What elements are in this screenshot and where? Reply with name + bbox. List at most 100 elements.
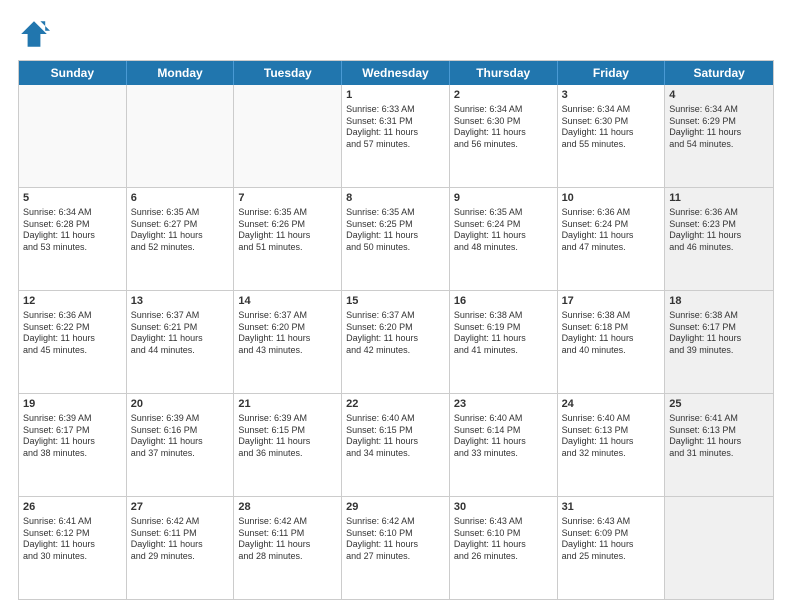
- day-number: 25: [669, 397, 769, 412]
- cell-info: Sunrise: 6:38 AMSunset: 6:19 PMDaylight:…: [454, 310, 553, 357]
- cell-info: Sunrise: 6:39 AMSunset: 6:17 PMDaylight:…: [23, 413, 122, 460]
- day-number: 16: [454, 294, 553, 309]
- cell-info: Sunrise: 6:34 AMSunset: 6:29 PMDaylight:…: [669, 104, 769, 151]
- header-day-saturday: Saturday: [665, 61, 773, 85]
- calendar-cell-22: 22Sunrise: 6:40 AMSunset: 6:15 PMDayligh…: [342, 394, 450, 496]
- cell-info: Sunrise: 6:43 AMSunset: 6:10 PMDaylight:…: [454, 516, 553, 563]
- calendar-cell-3: 3Sunrise: 6:34 AMSunset: 6:30 PMDaylight…: [558, 85, 666, 187]
- cell-info: Sunrise: 6:35 AMSunset: 6:26 PMDaylight:…: [238, 207, 337, 254]
- day-number: 26: [23, 500, 122, 515]
- calendar-cell-5: 5Sunrise: 6:34 AMSunset: 6:28 PMDaylight…: [19, 188, 127, 290]
- cell-info: Sunrise: 6:43 AMSunset: 6:09 PMDaylight:…: [562, 516, 661, 563]
- day-number: 27: [131, 500, 230, 515]
- calendar-cell-23: 23Sunrise: 6:40 AMSunset: 6:14 PMDayligh…: [450, 394, 558, 496]
- cell-info: Sunrise: 6:34 AMSunset: 6:30 PMDaylight:…: [562, 104, 661, 151]
- calendar-cell-26: 26Sunrise: 6:41 AMSunset: 6:12 PMDayligh…: [19, 497, 127, 599]
- cell-info: Sunrise: 6:37 AMSunset: 6:20 PMDaylight:…: [346, 310, 445, 357]
- calendar-row-0: 1Sunrise: 6:33 AMSunset: 6:31 PMDaylight…: [19, 85, 773, 187]
- calendar-cell-13: 13Sunrise: 6:37 AMSunset: 6:21 PMDayligh…: [127, 291, 235, 393]
- calendar-cell-24: 24Sunrise: 6:40 AMSunset: 6:13 PMDayligh…: [558, 394, 666, 496]
- header-day-wednesday: Wednesday: [342, 61, 450, 85]
- calendar-header: SundayMondayTuesdayWednesdayThursdayFrid…: [19, 61, 773, 85]
- day-number: 3: [562, 88, 661, 103]
- calendar-cell-17: 17Sunrise: 6:38 AMSunset: 6:18 PMDayligh…: [558, 291, 666, 393]
- calendar-row-4: 26Sunrise: 6:41 AMSunset: 6:12 PMDayligh…: [19, 496, 773, 599]
- calendar-cell-12: 12Sunrise: 6:36 AMSunset: 6:22 PMDayligh…: [19, 291, 127, 393]
- day-number: 9: [454, 191, 553, 206]
- cell-info: Sunrise: 6:34 AMSunset: 6:30 PMDaylight:…: [454, 104, 553, 151]
- day-number: 13: [131, 294, 230, 309]
- day-number: 7: [238, 191, 337, 206]
- cell-info: Sunrise: 6:36 AMSunset: 6:23 PMDaylight:…: [669, 207, 769, 254]
- page: SundayMondayTuesdayWednesdayThursdayFrid…: [0, 0, 792, 612]
- calendar-cell-empty: [665, 497, 773, 599]
- day-number: 29: [346, 500, 445, 515]
- cell-info: Sunrise: 6:39 AMSunset: 6:15 PMDaylight:…: [238, 413, 337, 460]
- cell-info: Sunrise: 6:42 AMSunset: 6:11 PMDaylight:…: [238, 516, 337, 563]
- calendar-cell-empty: [234, 85, 342, 187]
- calendar-cell-25: 25Sunrise: 6:41 AMSunset: 6:13 PMDayligh…: [665, 394, 773, 496]
- day-number: 31: [562, 500, 661, 515]
- cell-info: Sunrise: 6:38 AMSunset: 6:17 PMDaylight:…: [669, 310, 769, 357]
- cell-info: Sunrise: 6:36 AMSunset: 6:24 PMDaylight:…: [562, 207, 661, 254]
- day-number: 8: [346, 191, 445, 206]
- cell-info: Sunrise: 6:41 AMSunset: 6:12 PMDaylight:…: [23, 516, 122, 563]
- calendar-row-1: 5Sunrise: 6:34 AMSunset: 6:28 PMDaylight…: [19, 187, 773, 290]
- calendar-cell-2: 2Sunrise: 6:34 AMSunset: 6:30 PMDaylight…: [450, 85, 558, 187]
- cell-info: Sunrise: 6:42 AMSunset: 6:10 PMDaylight:…: [346, 516, 445, 563]
- cell-info: Sunrise: 6:33 AMSunset: 6:31 PMDaylight:…: [346, 104, 445, 151]
- calendar-cell-9: 9Sunrise: 6:35 AMSunset: 6:24 PMDaylight…: [450, 188, 558, 290]
- calendar-cell-empty: [19, 85, 127, 187]
- day-number: 28: [238, 500, 337, 515]
- calendar-cell-4: 4Sunrise: 6:34 AMSunset: 6:29 PMDaylight…: [665, 85, 773, 187]
- cell-info: Sunrise: 6:40 AMSunset: 6:13 PMDaylight:…: [562, 413, 661, 460]
- calendar-row-3: 19Sunrise: 6:39 AMSunset: 6:17 PMDayligh…: [19, 393, 773, 496]
- day-number: 14: [238, 294, 337, 309]
- header-day-monday: Monday: [127, 61, 235, 85]
- calendar-cell-18: 18Sunrise: 6:38 AMSunset: 6:17 PMDayligh…: [665, 291, 773, 393]
- calendar-row-2: 12Sunrise: 6:36 AMSunset: 6:22 PMDayligh…: [19, 290, 773, 393]
- calendar-cell-30: 30Sunrise: 6:43 AMSunset: 6:10 PMDayligh…: [450, 497, 558, 599]
- calendar-cell-27: 27Sunrise: 6:42 AMSunset: 6:11 PMDayligh…: [127, 497, 235, 599]
- calendar-cell-15: 15Sunrise: 6:37 AMSunset: 6:20 PMDayligh…: [342, 291, 450, 393]
- header-day-thursday: Thursday: [450, 61, 558, 85]
- calendar-cell-31: 31Sunrise: 6:43 AMSunset: 6:09 PMDayligh…: [558, 497, 666, 599]
- header-day-tuesday: Tuesday: [234, 61, 342, 85]
- day-number: 19: [23, 397, 122, 412]
- header: [18, 18, 774, 50]
- day-number: 17: [562, 294, 661, 309]
- cell-info: Sunrise: 6:36 AMSunset: 6:22 PMDaylight:…: [23, 310, 122, 357]
- calendar-cell-1: 1Sunrise: 6:33 AMSunset: 6:31 PMDaylight…: [342, 85, 450, 187]
- calendar-cell-7: 7Sunrise: 6:35 AMSunset: 6:26 PMDaylight…: [234, 188, 342, 290]
- day-number: 11: [669, 191, 769, 206]
- calendar: SundayMondayTuesdayWednesdayThursdayFrid…: [18, 60, 774, 600]
- header-day-sunday: Sunday: [19, 61, 127, 85]
- cell-info: Sunrise: 6:35 AMSunset: 6:24 PMDaylight:…: [454, 207, 553, 254]
- calendar-cell-20: 20Sunrise: 6:39 AMSunset: 6:16 PMDayligh…: [127, 394, 235, 496]
- calendar-cell-28: 28Sunrise: 6:42 AMSunset: 6:11 PMDayligh…: [234, 497, 342, 599]
- cell-info: Sunrise: 6:41 AMSunset: 6:13 PMDaylight:…: [669, 413, 769, 460]
- day-number: 23: [454, 397, 553, 412]
- calendar-cell-8: 8Sunrise: 6:35 AMSunset: 6:25 PMDaylight…: [342, 188, 450, 290]
- cell-info: Sunrise: 6:35 AMSunset: 6:25 PMDaylight:…: [346, 207, 445, 254]
- calendar-body: 1Sunrise: 6:33 AMSunset: 6:31 PMDaylight…: [19, 85, 773, 599]
- day-number: 15: [346, 294, 445, 309]
- calendar-cell-21: 21Sunrise: 6:39 AMSunset: 6:15 PMDayligh…: [234, 394, 342, 496]
- cell-info: Sunrise: 6:42 AMSunset: 6:11 PMDaylight:…: [131, 516, 230, 563]
- calendar-cell-29: 29Sunrise: 6:42 AMSunset: 6:10 PMDayligh…: [342, 497, 450, 599]
- day-number: 22: [346, 397, 445, 412]
- calendar-cell-6: 6Sunrise: 6:35 AMSunset: 6:27 PMDaylight…: [127, 188, 235, 290]
- day-number: 6: [131, 191, 230, 206]
- cell-info: Sunrise: 6:34 AMSunset: 6:28 PMDaylight:…: [23, 207, 122, 254]
- logo-icon: [18, 18, 50, 50]
- cell-info: Sunrise: 6:37 AMSunset: 6:20 PMDaylight:…: [238, 310, 337, 357]
- day-number: 30: [454, 500, 553, 515]
- header-day-friday: Friday: [558, 61, 666, 85]
- cell-info: Sunrise: 6:38 AMSunset: 6:18 PMDaylight:…: [562, 310, 661, 357]
- cell-info: Sunrise: 6:39 AMSunset: 6:16 PMDaylight:…: [131, 413, 230, 460]
- calendar-cell-10: 10Sunrise: 6:36 AMSunset: 6:24 PMDayligh…: [558, 188, 666, 290]
- calendar-cell-empty: [127, 85, 235, 187]
- day-number: 10: [562, 191, 661, 206]
- calendar-cell-16: 16Sunrise: 6:38 AMSunset: 6:19 PMDayligh…: [450, 291, 558, 393]
- calendar-cell-11: 11Sunrise: 6:36 AMSunset: 6:23 PMDayligh…: [665, 188, 773, 290]
